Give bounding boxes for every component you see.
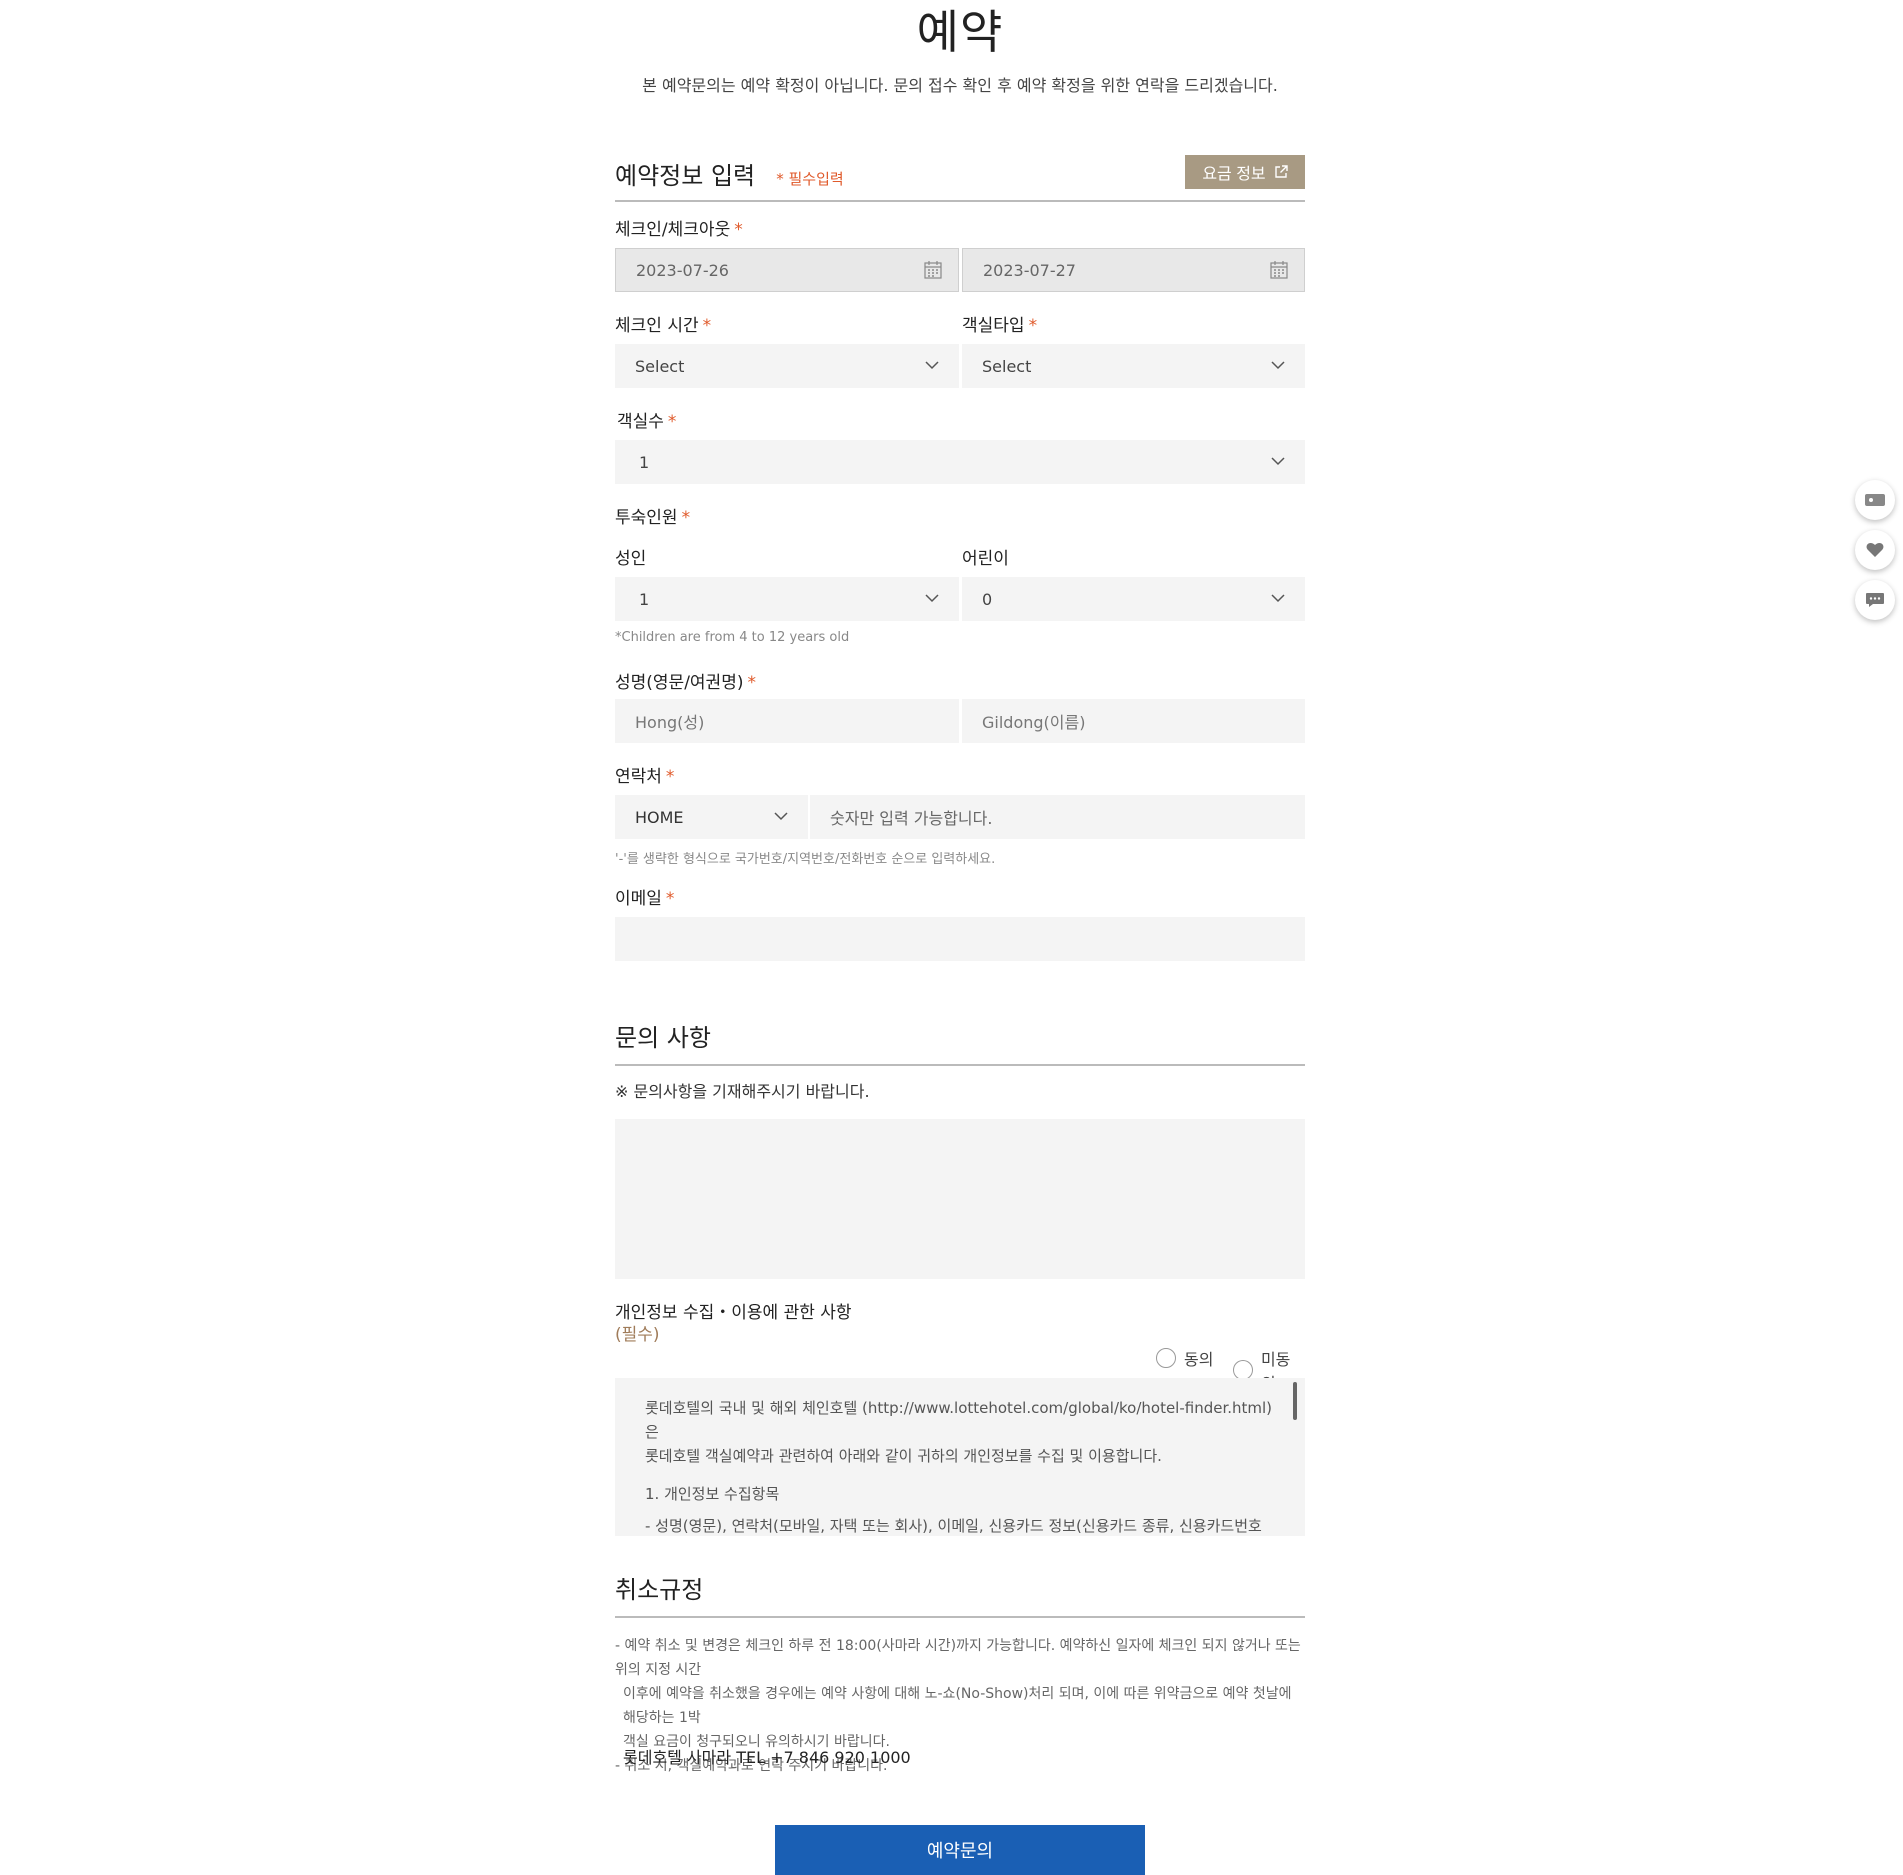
calendar-icon[interactable] xyxy=(1270,261,1288,279)
rate-info-button[interactable]: 요금 정보 xyxy=(1185,155,1305,189)
terms-spacer xyxy=(645,1468,1275,1482)
adult-select[interactable]: 1 xyxy=(615,577,959,621)
inquiry-textarea[interactable] xyxy=(615,1119,1305,1279)
adult-value: 1 xyxy=(639,589,650,609)
phone-format-hint: '-'를 생략한 형식으로 국가번호/지역번호/전화번호 순으로 입력하세요. xyxy=(615,852,996,867)
terms-line: 롯데호텔의 국내 및 해외 체인호텔 (http://www.lottehote… xyxy=(645,1399,1273,1441)
phone-placeholder: 숫자만 입력 가능합니다. xyxy=(830,809,993,828)
child-age-hint: *Children are from 4 to 12 years old xyxy=(615,630,850,645)
phone-number-input[interactable]: 숫자만 입력 가능합니다. xyxy=(810,795,1305,839)
chevron-down-icon xyxy=(925,361,939,370)
chevron-down-icon xyxy=(1271,594,1285,603)
checkin-time-select[interactable]: Select xyxy=(615,344,959,388)
rate-info-label: 요금 정보 xyxy=(1202,166,1266,183)
inquiry-section-header: 문의 사항 xyxy=(615,1018,1305,1066)
chat-button[interactable] xyxy=(1855,580,1895,620)
first-name-input[interactable]: Gildong(이름) xyxy=(962,699,1305,743)
room-type-select[interactable]: Select xyxy=(962,344,1305,388)
heart-icon xyxy=(1866,543,1884,557)
privacy-terms-content: 롯데호텔의 국내 및 해외 체인호텔 (http://www.lottehote… xyxy=(615,1378,1305,1536)
room-count-value: 1 xyxy=(639,452,650,472)
external-link-icon xyxy=(1274,165,1288,178)
terms-line: 1. 개인정보 수집항목 xyxy=(645,1485,780,1503)
agree-label: 동의 xyxy=(1184,1350,1214,1369)
checkin-time-value: Select xyxy=(635,356,685,376)
calendar-icon[interactable] xyxy=(924,261,942,279)
reservation-section-title: 예약정보 입력 xyxy=(615,162,756,190)
room-count-label: 객실수 * xyxy=(617,412,677,432)
first-name-placeholder: Gildong(이름) xyxy=(982,713,1086,732)
cancel-section-header: 취소규정 xyxy=(615,1570,1305,1618)
radio-circle[interactable] xyxy=(1233,1360,1253,1380)
checkin-checkout-label: 체크인/체크아웃 * xyxy=(615,220,743,240)
phone-type-value: HOME xyxy=(635,807,684,827)
hotel-tel: 롯데호텔 사마라 TEL +7 846 920 1000 xyxy=(623,1748,911,1767)
inquiry-section-title: 문의 사항 xyxy=(615,1024,711,1052)
chevron-down-icon xyxy=(1271,361,1285,370)
terms-line: 롯데호텔 객실예약과 관련하여 아래와 같이 귀하의 개인정보를 수집 및 이용… xyxy=(645,1447,1162,1465)
email-input[interactable] xyxy=(615,917,1305,961)
last-name-input[interactable]: Hong(성) xyxy=(615,699,959,743)
checkout-date-value: 2023-07-27 xyxy=(983,260,1076,280)
terms-scrollbar[interactable] xyxy=(1293,1382,1297,1420)
room-type-label: 객실타입 * xyxy=(962,316,1038,336)
contact-label: 연락처 * xyxy=(615,767,675,787)
page-subtitle: 본 예약문의는 예약 확정이 아닙니다. 문의 접수 확인 후 예약 확정을 위… xyxy=(642,76,1278,95)
reservation-inquiry-button[interactable]: 예약문의 xyxy=(775,1825,1145,1875)
cancel-line: - 예약 취소 및 변경은 체크인 하루 전 18:00(사마라 시간)까지 가… xyxy=(615,1638,1301,1678)
coupon-button[interactable] xyxy=(1855,480,1895,520)
inquiry-note: ※ 문의사항을 기재해주시기 바랍니다. xyxy=(615,1082,870,1101)
privacy-terms-box[interactable]: 롯데호텔의 국내 및 해외 체인호텔 (http://www.lottehote… xyxy=(615,1378,1305,1536)
terms-line: - 성명(영문), 연락처(모바일, 자택 또는 회사), 이메일, 신용카드 … xyxy=(645,1517,1262,1535)
room-count-select[interactable]: 1 xyxy=(615,440,1305,484)
privacy-agree-radio[interactable]: 동의 xyxy=(1156,1346,1213,1370)
page-title: 예약 xyxy=(916,5,1004,59)
guests-label: 투숙인원 * xyxy=(615,508,691,528)
radio-circle[interactable] xyxy=(1156,1348,1176,1368)
cancel-line: 이후에 예약을 취소했을 경우에는 예약 사항에 대해 노-쇼(No-Show)… xyxy=(623,1686,1292,1726)
child-value: 0 xyxy=(982,589,993,609)
child-select[interactable]: 0 xyxy=(962,577,1305,621)
required-note: * 필수입력 xyxy=(776,170,844,188)
wishlist-button[interactable] xyxy=(1855,530,1895,570)
checkin-date-field[interactable]: 2023-07-26 xyxy=(615,248,959,292)
privacy-required: (필수) xyxy=(615,1325,660,1345)
checkout-date-field[interactable]: 2023-07-27 xyxy=(962,248,1305,292)
chevron-down-icon xyxy=(1271,457,1285,466)
room-type-value: Select xyxy=(982,356,1032,376)
chevron-down-icon xyxy=(774,812,788,821)
email-label: 이메일 * xyxy=(615,889,675,909)
phone-type-select[interactable]: HOME xyxy=(615,795,808,839)
chevron-down-icon xyxy=(925,594,939,603)
cancel-section-title: 취소규정 xyxy=(615,1576,704,1604)
adult-label: 성인 xyxy=(615,549,647,569)
checkin-time-label: 체크인 시간 * xyxy=(615,316,712,336)
last-name-placeholder: Hong(성) xyxy=(635,713,705,732)
reservation-section-header: 예약정보 입력 * 필수입력 요금 정보 xyxy=(615,155,1305,202)
checkin-date-value: 2023-07-26 xyxy=(636,260,729,280)
name-label: 성명(영문/여권명) * xyxy=(615,673,756,693)
child-label: 어린이 xyxy=(962,549,1009,569)
coupon-icon xyxy=(1865,494,1885,506)
chat-icon xyxy=(1866,593,1884,607)
